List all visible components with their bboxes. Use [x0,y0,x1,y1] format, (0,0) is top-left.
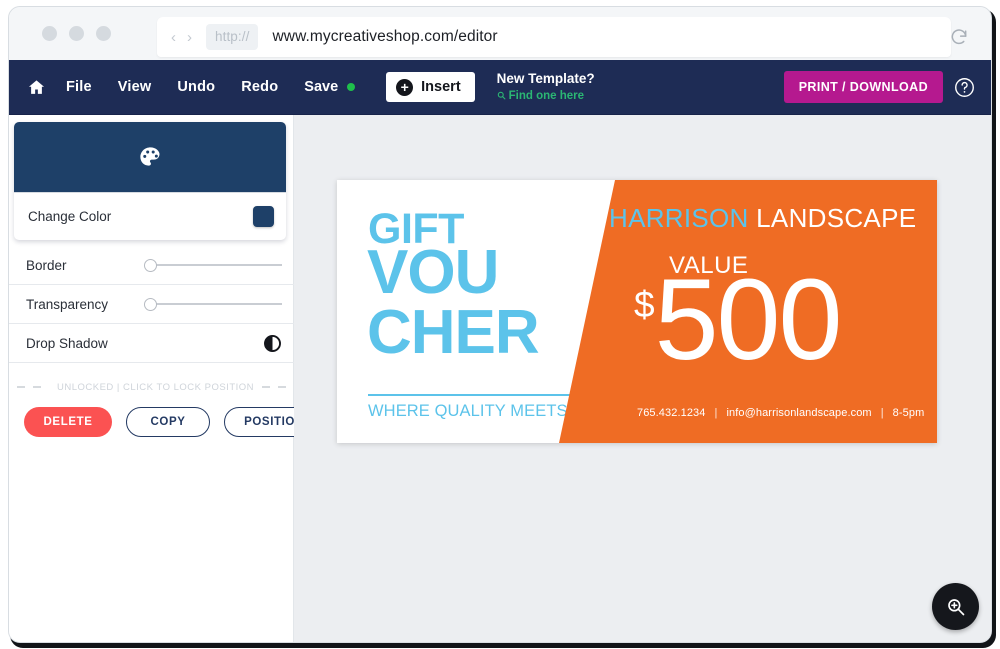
save-status-dot [347,83,356,91]
question-circle-icon[interactable] [954,77,975,98]
drop-shadow-label: Drop Shadow [26,335,108,351]
option-row-drop-shadow: Drop Shadow [9,324,294,363]
gift-voucher-design[interactable]: GIFT VOU CHER WHERE QUALITY MEETS VALUE … [337,180,937,443]
transparency-slider-thumb[interactable] [144,297,157,311]
home-icon[interactable] [19,78,53,97]
plus-circle-icon: + [396,78,414,96]
insert-label: Insert [421,79,461,95]
zoom-in-button[interactable] [932,583,979,630]
reload-icon[interactable] [949,27,969,47]
menu-item-undo[interactable]: Undo [164,73,228,101]
new-template-title: New Template? [496,70,595,86]
back-icon[interactable]: ‹ [171,30,176,45]
color-swatch[interactable] [253,206,274,227]
voucher-divider-rule [368,394,580,396]
editor-stage: Change Color Border Transparency Drop Sh… [9,115,991,642]
menu-item-view[interactable]: View [105,73,165,101]
url-text[interactable]: www.mycreativeshop.com/editor [272,28,497,46]
voucher-footer-email: info@harrisonlandscape.com [726,407,872,419]
app-toolbar: File View Undo Redo Save + Insert New Te… [9,60,991,115]
voucher-brand-name[interactable]: HARRISON LANDSCAPE [609,203,916,234]
insert-button[interactable]: + Insert [386,72,475,102]
option-row-border: Border [9,246,294,285]
search-icon [497,92,506,100]
voucher-title-line2[interactable]: VOU [367,242,499,304]
voucher-brand-first: HARRISON [609,203,749,233]
print-download-button[interactable]: PRINT / DOWNLOAD [783,71,943,103]
menu-item-redo[interactable]: Redo [228,73,291,101]
lock-row-dashes-left [9,386,41,388]
menu-item-file[interactable]: File [53,73,105,101]
change-color-label: Change Color [28,209,112,224]
voucher-amount-number: 500 [654,256,843,384]
find-template-link[interactable]: Find one here [497,89,595,103]
menu-item-save[interactable]: Save [291,73,368,101]
palette-icon [139,146,159,166]
copy-button[interactable]: COPY [126,407,210,437]
object-actions: DELETE COPY POSITION [24,407,324,437]
transparency-slider-track [150,303,282,305]
minimize-window-dot[interactable] [69,26,84,41]
close-window-dot[interactable] [42,26,57,41]
navigation-arrows: ‹ › [171,30,192,45]
zoom-in-icon [947,598,964,615]
voucher-footer-separator-1: | [714,407,718,419]
properties-sidebar: Change Color Border Transparency Drop Sh… [9,115,324,642]
change-color-row[interactable]: Change Color [14,192,286,240]
browser-window: ‹ › http:// www.mycreativeshop.com/edito… [8,6,992,643]
transparency-label: Transparency [26,296,109,312]
contrast-icon[interactable] [263,334,282,353]
color-card-header [14,122,286,192]
voucher-footer-phone: 765.432.1234 [637,407,706,419]
save-label: Save [304,79,339,95]
border-label: Border [26,257,67,273]
voucher-footer[interactable]: 765.432.1234 | info@harrisonlandscape.co… [637,407,924,419]
border-slider[interactable] [144,258,282,272]
design-canvas[interactable]: GIFT VOU CHER WHERE QUALITY MEETS VALUE … [294,115,991,642]
option-row-transparency: Transparency [9,285,294,324]
find-template-label: Find one here [508,89,585,102]
voucher-footer-separator-2: | [880,407,884,419]
voucher-footer-hours: 8-5pm [892,407,925,419]
window-controls [42,26,111,41]
voucher-amount[interactable]: $ 500 [634,256,843,384]
lock-position-label: UNLOCKED | CLICK TO LOCK POSITION [56,381,255,393]
address-bar[interactable]: ‹ › http:// www.mycreativeshop.com/edito… [157,17,951,57]
maximize-window-dot[interactable] [96,26,111,41]
transparency-slider[interactable] [144,297,282,311]
browser-chrome: ‹ › http:// www.mycreativeshop.com/edito… [9,7,991,60]
url-scheme-chip: http:// [206,24,259,50]
border-slider-thumb[interactable] [144,258,157,272]
lock-position-row[interactable]: UNLOCKED | CLICK TO LOCK POSITION [9,375,303,399]
new-template-block: New Template? Find one here [497,71,595,103]
forward-icon[interactable]: › [187,30,192,45]
voucher-currency-symbol: $ [634,284,655,325]
voucher-title-line3[interactable]: CHER [367,302,540,364]
voucher-brand-second: LANDSCAPE [748,203,917,233]
border-slider-track [150,264,282,266]
change-color-card: Change Color [14,122,286,240]
delete-button[interactable]: DELETE [24,407,112,437]
